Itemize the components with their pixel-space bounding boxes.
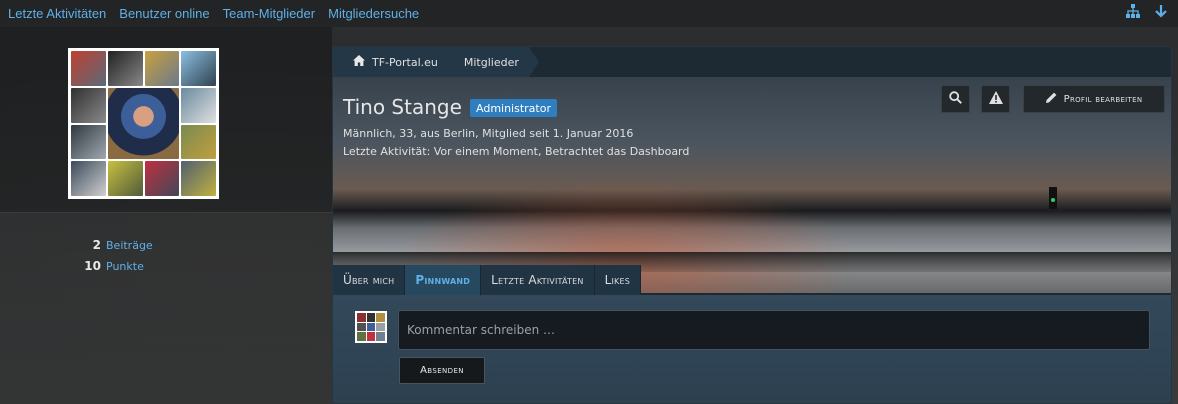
warning-icon: [988, 90, 1003, 108]
avatar-tile: [71, 124, 106, 160]
edit-profile-button[interactable]: Profil bearbeiten: [1023, 85, 1165, 113]
breadcrumb-label-members: Mitglieder: [463, 55, 519, 69]
avatar-tile: [71, 87, 106, 123]
avatar-tile: [181, 161, 216, 196]
profile-name: Tino Stange: [343, 95, 462, 119]
sitemap-icon[interactable]: [1126, 4, 1140, 22]
user-rank-badge: Administrator: [470, 99, 557, 117]
stat-posts-label[interactable]: Beiträge: [106, 239, 153, 252]
tab-wall[interactable]: Pinnwand: [405, 265, 482, 295]
topnav-icons: [1126, 4, 1168, 22]
commenter-avatar[interactable]: [355, 311, 387, 343]
submit-button[interactable]: Absenden: [399, 357, 485, 384]
home-icon: [353, 55, 365, 69]
avatar-tile: [181, 87, 216, 123]
nav-link-users-online[interactable]: Benutzer online: [119, 6, 209, 21]
nav-link-recent-activity[interactable]: Letzte Aktivitäten: [8, 6, 106, 21]
breadcrumb-item-home[interactable]: TF-Portal.eu: [333, 47, 456, 77]
tab-likes[interactable]: Likes: [595, 265, 641, 295]
wall-comment-area: Absenden: [333, 295, 1171, 403]
avatar-tile: [376, 332, 385, 341]
avatar-tile: [144, 161, 180, 196]
avatar-tile: [366, 322, 376, 332]
breadcrumb-item-members[interactable]: Mitglieder: [445, 47, 539, 77]
stat-points[interactable]: 10 Punkte: [60, 259, 260, 280]
breadcrumb-label-home: TF-Portal.eu: [372, 55, 438, 69]
avatar-tile: [181, 124, 216, 160]
railway-signal: [1049, 187, 1057, 209]
profile-panel: TF-Portal.eu Mitglieder Tino Stange Admi…: [332, 46, 1172, 404]
avatar-tile: [357, 322, 366, 332]
avatar-tile: [357, 332, 366, 341]
report-button[interactable]: [981, 85, 1010, 113]
avatar-tile: [376, 322, 385, 332]
avatar-tile: [107, 51, 143, 86]
avatar-tile: [366, 313, 376, 322]
avatar-tile: [71, 161, 106, 196]
stat-points-label[interactable]: Punkte: [106, 260, 144, 273]
profile-tabs: Über mich Pinnwand Letzte Aktivitäten Li…: [333, 265, 641, 295]
comment-input[interactable]: [398, 310, 1150, 350]
avatar-tile: [144, 51, 180, 86]
profile-meta: Männlich, 33, aus Berlin, Mitglied seit …: [343, 127, 634, 140]
breadcrumb: TF-Portal.eu Mitglieder: [333, 47, 539, 77]
profile-avatar[interactable]: [68, 48, 219, 199]
tab-about[interactable]: Über mich: [333, 265, 406, 295]
stat-posts-value: 2: [92, 238, 101, 252]
stat-points-value: 10: [84, 259, 101, 273]
pencil-icon: [1045, 92, 1057, 106]
avatar-portrait: [107, 87, 180, 160]
top-navigation: Letzte Aktivitäten Benutzer online Team-…: [0, 0, 1178, 27]
tab-recent-activity[interactable]: Letzte Aktivitäten: [481, 265, 595, 295]
nav-link-member-search[interactable]: Mitgliedersuche: [328, 6, 419, 21]
avatar-tile: [71, 51, 106, 86]
avatar-tile: [181, 51, 216, 86]
avatar-tile: [366, 332, 376, 341]
member-stats: 2 Beiträge 10 Punkte: [60, 238, 260, 280]
search-button[interactable]: [941, 85, 970, 113]
avatar-tile: [357, 313, 366, 322]
arrow-down-icon[interactable]: [1154, 4, 1168, 22]
edit-profile-label: Profil bearbeiten: [1063, 93, 1143, 105]
search-icon: [949, 90, 962, 108]
nav-link-team-members[interactable]: Team-Mitglieder: [223, 6, 315, 21]
stat-posts[interactable]: 2 Beiträge: [60, 238, 260, 259]
profile-last-activity: Letzte Aktivität: Vor einem Moment, Betr…: [343, 145, 690, 158]
avatar-tile: [107, 161, 143, 196]
sidebar-divider: [0, 212, 332, 213]
avatar-tile: [376, 313, 385, 322]
